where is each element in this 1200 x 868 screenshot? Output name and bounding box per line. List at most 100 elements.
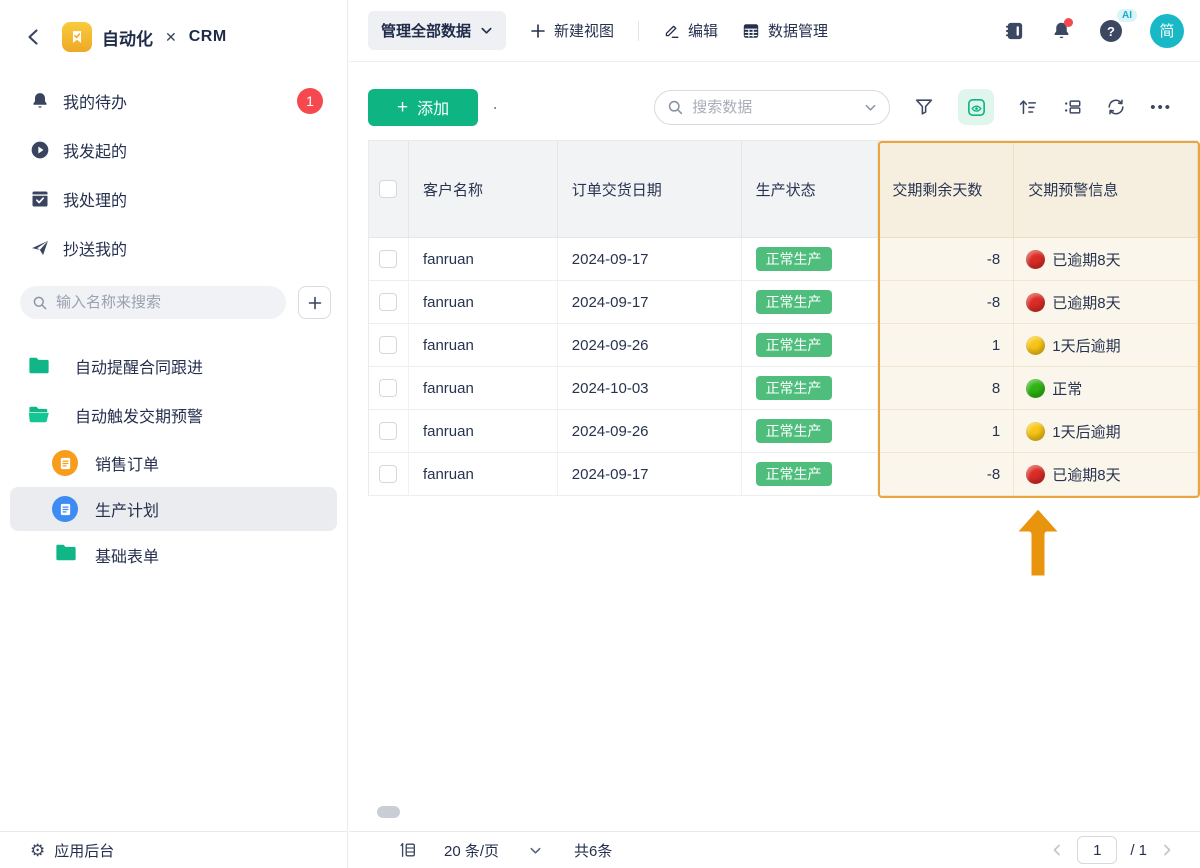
cell-customer: fanruan <box>408 410 558 453</box>
workspace-title: 自动化 <box>102 29 153 49</box>
add-record-button[interactable]: + 添加 <box>368 88 479 126</box>
app-logo-bookmark-icon <box>62 22 92 52</box>
warning-label: 正常 <box>1052 380 1083 398</box>
filter-icon[interactable] <box>914 97 934 117</box>
cell-delivery-date: 2024-09-17 <box>557 281 742 324</box>
main-area: 管理全部数据 新建视图 编辑 数据管理 ? AI 简 + 添加 · 搜索数据 •… <box>349 0 1200 868</box>
warning-label: 已逾期8天 <box>1052 466 1121 484</box>
warning-status-dot <box>1026 249 1046 269</box>
column-header-days-left[interactable]: 交期剩余天数 <box>878 141 1015 238</box>
row-checkbox[interactable] <box>379 250 398 268</box>
search-icon <box>32 295 48 311</box>
more-options-icon[interactable]: ••• <box>1150 99 1172 116</box>
status-badge: 正常生产 <box>755 419 832 443</box>
prev-page-icon[interactable] <box>1050 843 1064 857</box>
plus-icon: + <box>397 96 409 118</box>
cell-days-left: 8 <box>878 367 1015 410</box>
total-records-label: 共6条 <box>574 842 613 860</box>
folder-icon <box>55 543 77 567</box>
data-manage-button[interactable]: 数据管理 <box>742 20 828 41</box>
plus-icon <box>531 23 545 38</box>
table-row[interactable]: fanruan 2024-09-17 正常生产 -8 已逾期8天 <box>369 238 1199 281</box>
row-checkbox[interactable] <box>379 465 398 483</box>
select-all-checkbox[interactable] <box>379 180 398 198</box>
row-checkbox[interactable] <box>379 293 398 311</box>
current-page-input[interactable] <box>1077 836 1118 864</box>
group-icon[interactable] <box>1062 97 1082 117</box>
paper-plane-icon <box>30 238 50 258</box>
edit-button[interactable]: 编辑 <box>663 20 718 41</box>
row-checkbox[interactable] <box>379 422 398 440</box>
status-badge: 正常生产 <box>755 290 832 314</box>
column-header-warning-info[interactable]: 交期预警信息 <box>1014 141 1199 238</box>
folder-delivery-warning[interactable]: 自动触发交期预警 <box>0 390 347 439</box>
column-header-production-status[interactable]: 生产状态 <box>741 141 879 238</box>
row-checkbox[interactable] <box>379 336 398 354</box>
cell-customer: fanruan <box>408 367 558 410</box>
top-navigation: 管理全部数据 新建视图 编辑 数据管理 ? AI 简 <box>349 0 1200 62</box>
folder-open-icon <box>28 405 50 424</box>
folder-contract-followup[interactable]: 自动提醒合同跟进 <box>0 341 347 390</box>
folder-icon <box>28 356 50 375</box>
bell-icon <box>30 91 50 111</box>
sidebar-item-initiated-by-me[interactable]: 我发起的 <box>0 125 347 174</box>
page-size-label[interactable]: 20 条/页 <box>444 840 499 861</box>
table-row[interactable]: fanruan 2024-09-17 正常生产 -8 已逾期8天 <box>369 453 1199 496</box>
sidebar-search-input[interactable] <box>56 294 274 311</box>
divider <box>638 20 640 41</box>
warning-status-dot <box>1026 421 1046 441</box>
search-icon <box>667 99 684 116</box>
row-checkbox[interactable] <box>379 379 398 397</box>
sidebar-item-label: 我处理的 <box>63 192 128 210</box>
header-select-all <box>369 141 409 238</box>
help-icon[interactable]: ? AI <box>1098 8 1137 44</box>
sidebar-search-row <box>0 272 347 319</box>
form-label: 基础表单 <box>95 549 160 566</box>
form-item-production-plan[interactable]: 生产计划 <box>10 487 337 531</box>
column-header-delivery-date[interactable]: 订单交货日期 <box>557 141 742 238</box>
form-item-basic-forms[interactable]: 基础表单 <box>10 533 337 577</box>
warning-label: 1天后逾期 <box>1052 423 1121 441</box>
table-search-box[interactable] <box>654 89 891 125</box>
row-height-icon[interactable] <box>399 841 417 859</box>
backlog-book-icon[interactable] <box>1004 20 1025 42</box>
sidebar-item-processed-by-me[interactable]: 我处理的 <box>0 174 347 223</box>
sidebar-menu: 我的待办 1 我发起的 我处理的 抄送我的 <box>0 62 347 272</box>
next-page-icon[interactable] <box>1160 843 1174 857</box>
sidebar-header: 自动化 ✕ CRM <box>0 0 347 62</box>
sidebar-item-label: 抄送我的 <box>63 241 128 259</box>
avatar[interactable]: 简 <box>1150 13 1184 48</box>
refresh-icon[interactable] <box>1106 97 1126 117</box>
form-item-sales-order[interactable]: 销售订单 <box>10 441 337 485</box>
add-form-button[interactable] <box>298 286 331 319</box>
app-backend-button[interactable]: ⚙ 应用后台 <box>0 831 347 868</box>
table-row[interactable]: fanruan 2024-09-17 正常生产 -8 已逾期8天 <box>369 281 1199 324</box>
notification-bell-icon[interactable] <box>1051 17 1073 42</box>
sidebar-item-cc-to-me[interactable]: 抄送我的 <box>0 223 347 272</box>
table-row[interactable]: fanruan 2024-09-26 正常生产 1 1天后逾期 <box>369 410 1199 453</box>
sidebar-item-my-todo[interactable]: 我的待办 1 <box>0 76 347 125</box>
field-visibility-icon[interactable] <box>958 89 995 125</box>
back-icon[interactable] <box>24 27 44 47</box>
table-row[interactable]: fanruan 2024-10-03 正常生产 8 正常 <box>369 367 1199 410</box>
page-total-label: / 1 <box>1130 841 1147 859</box>
chevron-down-icon[interactable] <box>864 101 877 114</box>
new-view-button[interactable]: 新建视图 <box>530 20 614 41</box>
top-right-icons: ? AI 简 <box>1004 8 1184 48</box>
cell-delivery-date: 2024-09-17 <box>557 238 742 281</box>
warning-label: 1天后逾期 <box>1052 337 1121 355</box>
sidebar-search-box[interactable] <box>20 286 286 319</box>
pagination-bar: 20 条/页 共6条 / 1 <box>349 831 1200 868</box>
chevron-down-icon <box>481 27 492 34</box>
table-search-input[interactable] <box>692 98 857 116</box>
cell-days-left: 1 <box>878 410 1015 453</box>
cell-customer: fanruan <box>408 281 558 324</box>
view-selector-dropdown[interactable]: 管理全部数据 <box>368 11 507 50</box>
table-row[interactable]: fanruan 2024-09-26 正常生产 1 1天后逾期 <box>369 324 1199 367</box>
sort-icon[interactable] <box>1018 97 1038 117</box>
page-size-dropdown-icon[interactable] <box>529 844 542 857</box>
column-header-customer[interactable]: 客户名称 <box>408 141 558 238</box>
cell-customer: fanruan <box>408 453 558 496</box>
horizontal-scrollbar[interactable] <box>377 806 400 818</box>
app-screen: 自动化 ✕ CRM 我的待办 1 我发起的 我处理的 抄送我的 输入名称来搜索 … <box>0 0 1200 868</box>
